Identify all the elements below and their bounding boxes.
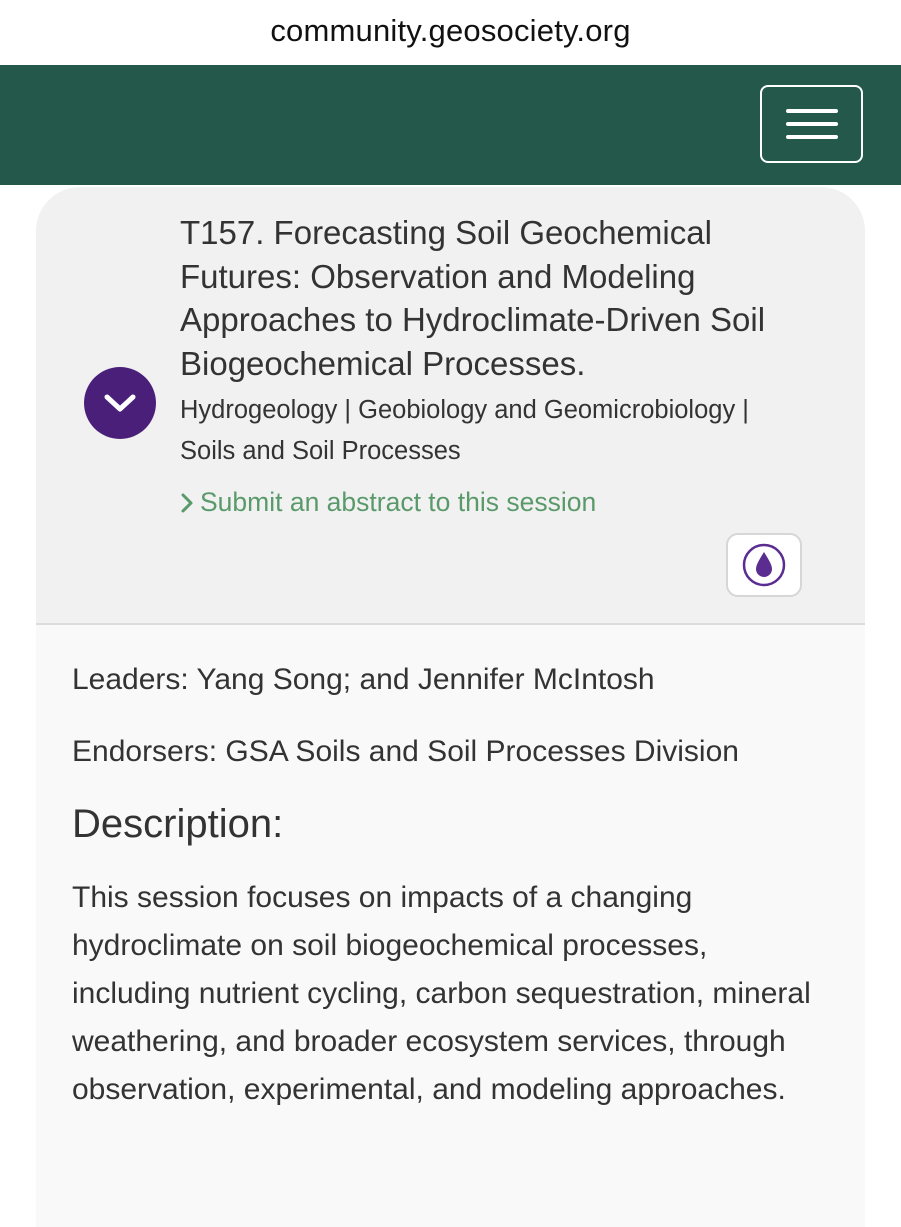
session-card: T157. Forecasting Soil Geochemical Futur… xyxy=(36,187,865,1227)
hamburger-bar-icon xyxy=(785,122,838,126)
session-endorsers: Endorsers: GSA Soils and Soil Processes … xyxy=(72,735,739,768)
submit-abstract-label: Submit an abstract to this session xyxy=(200,487,597,517)
site-header xyxy=(0,65,901,185)
session-card-header: T157. Forecasting Soil Geochemical Futur… xyxy=(36,187,865,625)
session-tags: Hydrogeology | Geobiology and Geomicrobi… xyxy=(180,396,749,465)
submit-abstract-link[interactable]: Submit an abstract to this session xyxy=(180,487,596,518)
hydrogeology-badge xyxy=(726,533,802,597)
hamburger-bar-icon xyxy=(785,135,838,139)
hamburger-menu-button[interactable] xyxy=(760,85,863,163)
chevron-right-icon xyxy=(181,493,193,512)
hamburger-bar-icon xyxy=(785,109,838,113)
expand-toggle-button[interactable] xyxy=(84,367,156,439)
session-title: T157. Forecasting Soil Geochemical Futur… xyxy=(180,214,766,382)
session-leaders: Leaders: Yang Song; and Jennifer McIntos… xyxy=(72,663,655,696)
url-text: community.geosociety.org xyxy=(270,12,631,48)
browser-address-bar[interactable]: community.geosociety.org xyxy=(0,0,901,65)
description-heading: Description: xyxy=(72,802,284,846)
water-drop-icon xyxy=(742,543,786,587)
description-text: This session focuses on impacts of a cha… xyxy=(72,881,811,1106)
chevron-down-icon xyxy=(104,394,136,412)
